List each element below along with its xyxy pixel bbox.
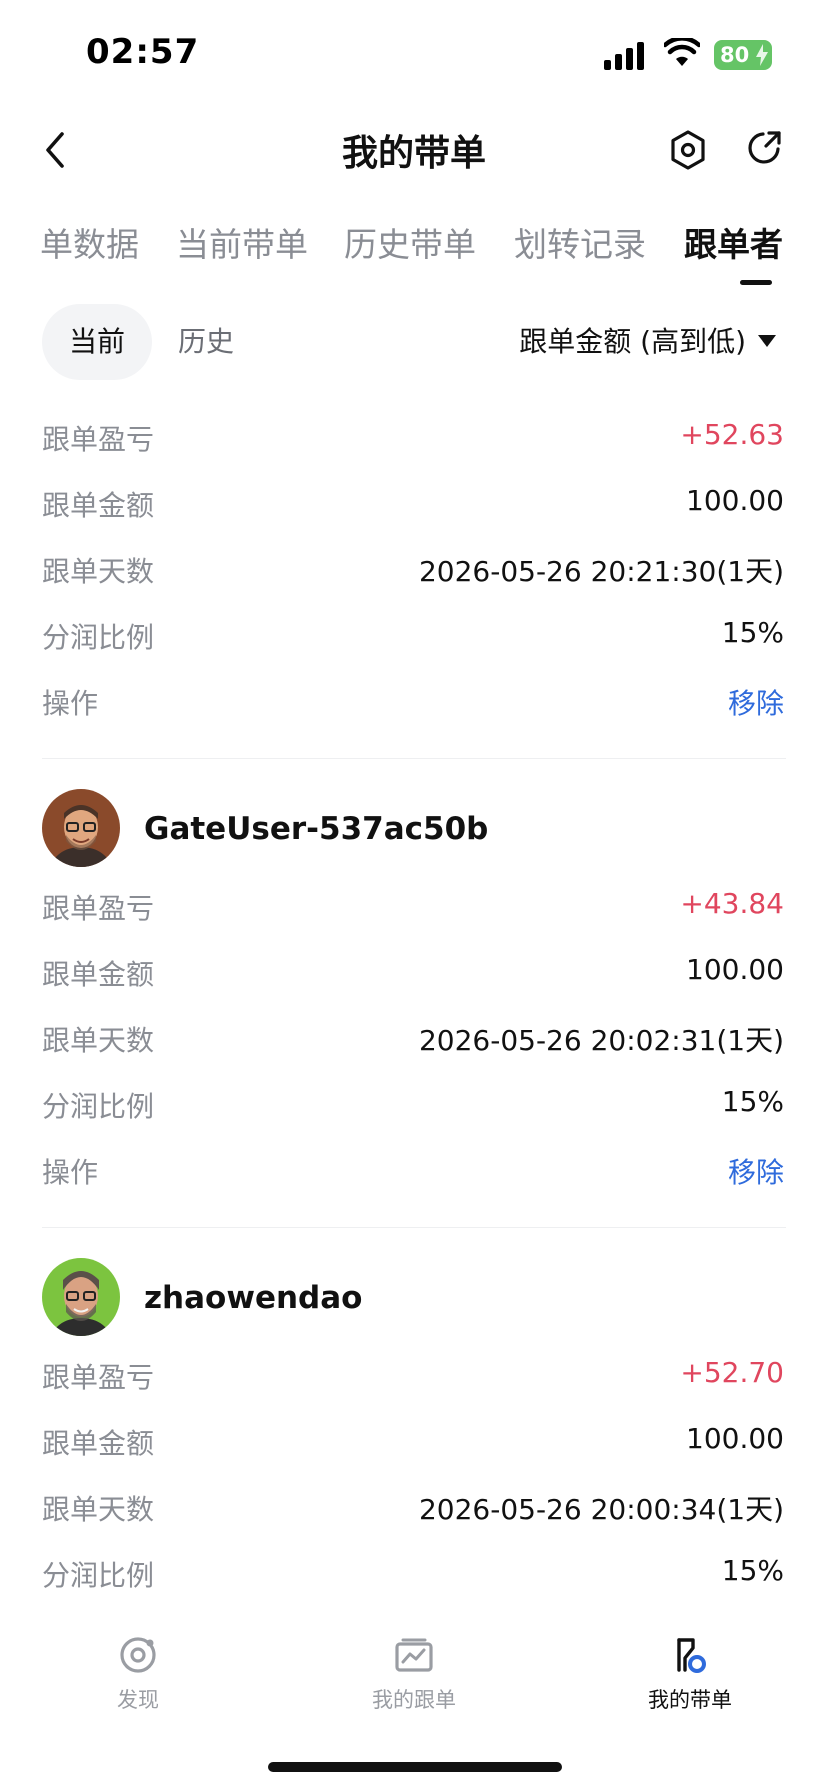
avatar[interactable] <box>42 789 120 867</box>
status-time: 02:57 <box>86 32 200 72</box>
caret-down-icon <box>758 335 776 347</box>
settings-hexagon-icon[interactable] <box>668 128 708 172</box>
row-label: 跟单天数 <box>42 1024 155 1057</box>
battery-indicator: 80 <box>714 40 772 70</box>
segment-history[interactable]: 历史 <box>178 304 234 380</box>
follower-username: zhaowendao <box>144 1280 363 1316</box>
days-value: 2026-05-26 20:21:30(1天) <box>418 555 784 588</box>
tab-data[interactable]: 单数据 <box>40 218 139 266</box>
tab-bar: 单数据 当前带单 历史带单 划转记录 跟单者 <box>0 212 828 292</box>
days-value: 2026-05-26 20:00:34(1天) <box>418 1493 784 1526</box>
row-label: 分润比例 <box>42 1559 155 1592</box>
row-label: 跟单金额 <box>42 958 155 991</box>
row-amount: 跟单金额 100.00 <box>0 1410 828 1476</box>
profit-value: +43.84 <box>680 887 784 920</box>
follower-card: zhaowendao 跟单盈亏 +52.70 跟单金额 100.00 跟单天数 … <box>0 1228 828 1608</box>
avatar-portrait-icon <box>42 789 120 867</box>
sort-dropdown[interactable]: 跟单金额 (高到低) <box>519 304 776 380</box>
row-amount: 跟单金额 100.00 <box>0 472 828 538</box>
amount-value: 100.00 <box>686 484 784 517</box>
battery-level: 80 <box>720 43 750 67</box>
bottom-nav-my-follow[interactable]: 我的跟单 <box>324 1634 504 1714</box>
share-ratio-value: 15% <box>721 1085 784 1118</box>
avatar-portrait-icon <box>42 1258 120 1336</box>
amount-value: 100.00 <box>686 953 784 986</box>
row-label: 跟单金额 <box>42 489 155 522</box>
bottom-nav-my-lead[interactable]: 我的带单 <box>600 1634 780 1714</box>
bottom-nav-label: 我的跟单 <box>372 1688 456 1712</box>
row-days: 跟单天数 2026-05-26 20:21:30(1天) <box>0 538 828 604</box>
row-amount: 跟单金额 100.00 <box>0 941 828 1007</box>
tab-current-lead[interactable]: 当前带单 <box>176 218 308 266</box>
bottom-nav-label: 我的带单 <box>648 1688 732 1712</box>
follower-header: GateUser-537ac50b <box>0 759 828 875</box>
profit-value: +52.70 <box>680 1356 784 1389</box>
share-ratio-value: 15% <box>721 616 784 649</box>
status-bar: 02:57 80 <box>0 0 828 100</box>
share-ratio-value: 15% <box>721 1554 784 1587</box>
lead-flag-icon <box>677 1638 706 1673</box>
follower-header: zhaowendao <box>0 1228 828 1344</box>
tab-history-lead[interactable]: 历史带单 <box>344 218 476 266</box>
cellular-signal-icon <box>604 42 644 70</box>
discover-icon <box>120 1637 156 1673</box>
charging-bolt-icon <box>756 44 768 66</box>
home-indicator <box>268 1762 562 1772</box>
remove-button[interactable]: 移除 <box>728 1151 784 1191</box>
row-profit: 跟单盈亏 +52.63 <box>0 406 828 472</box>
row-share-ratio: 分润比例 15% <box>0 1073 828 1139</box>
follower-card: 跟单盈亏 +52.63 跟单金额 100.00 跟单天数 2026-05-26 … <box>0 406 828 759</box>
row-label: 分润比例 <box>42 621 155 654</box>
nav-bar: 我的带单 <box>0 110 828 190</box>
bottom-nav-discover[interactable]: 发现 <box>48 1634 228 1714</box>
tab-transfer-records[interactable]: 划转记录 <box>514 218 646 266</box>
row-label: 操作 <box>42 687 99 720</box>
row-label: 操作 <box>42 1156 99 1189</box>
wifi-icon <box>664 38 700 66</box>
active-tab-indicator <box>740 280 772 285</box>
row-label: 分润比例 <box>42 1090 155 1123</box>
sort-label: 跟单金额 (高到低) <box>519 325 746 358</box>
tab-followers[interactable]: 跟单者 <box>684 218 783 266</box>
days-value: 2026-05-26 20:02:31(1天) <box>418 1024 784 1057</box>
avatar[interactable] <box>42 1258 120 1336</box>
row-action: 操作 移除 <box>0 670 828 736</box>
share-icon[interactable] <box>744 128 784 168</box>
remove-button[interactable]: 移除 <box>728 682 784 722</box>
amount-value: 100.00 <box>686 1422 784 1455</box>
row-label: 跟单盈亏 <box>42 892 155 925</box>
segment-current[interactable]: 当前 <box>42 304 152 380</box>
row-label: 跟单盈亏 <box>42 423 155 456</box>
row-profit: 跟单盈亏 +43.84 <box>0 875 828 941</box>
row-action: 操作 移除 <box>0 1139 828 1205</box>
row-days: 跟单天数 2026-05-26 20:00:34(1天) <box>0 1476 828 1542</box>
bottom-nav-label: 发现 <box>117 1688 159 1712</box>
row-days: 跟单天数 2026-05-26 20:02:31(1天) <box>0 1007 828 1073</box>
row-label: 跟单天数 <box>42 555 155 588</box>
follower-list: 跟单盈亏 +52.63 跟单金额 100.00 跟单天数 2026-05-26 … <box>0 406 828 1608</box>
row-label: 跟单天数 <box>42 1493 155 1526</box>
row-profit: 跟单盈亏 +52.70 <box>0 1344 828 1410</box>
profit-value: +52.63 <box>680 418 784 451</box>
row-label: 跟单金额 <box>42 1427 155 1460</box>
row-share-ratio: 分润比例 15% <box>0 604 828 670</box>
filter-row: 当前 历史 跟单金额 (高到低) <box>0 304 828 380</box>
row-label: 跟单盈亏 <box>42 1361 155 1394</box>
chart-card-icon <box>395 1638 433 1672</box>
follower-username: GateUser-537ac50b <box>144 811 489 847</box>
follower-card: GateUser-537ac50b 跟单盈亏 +43.84 跟单金额 100.0… <box>0 759 828 1228</box>
